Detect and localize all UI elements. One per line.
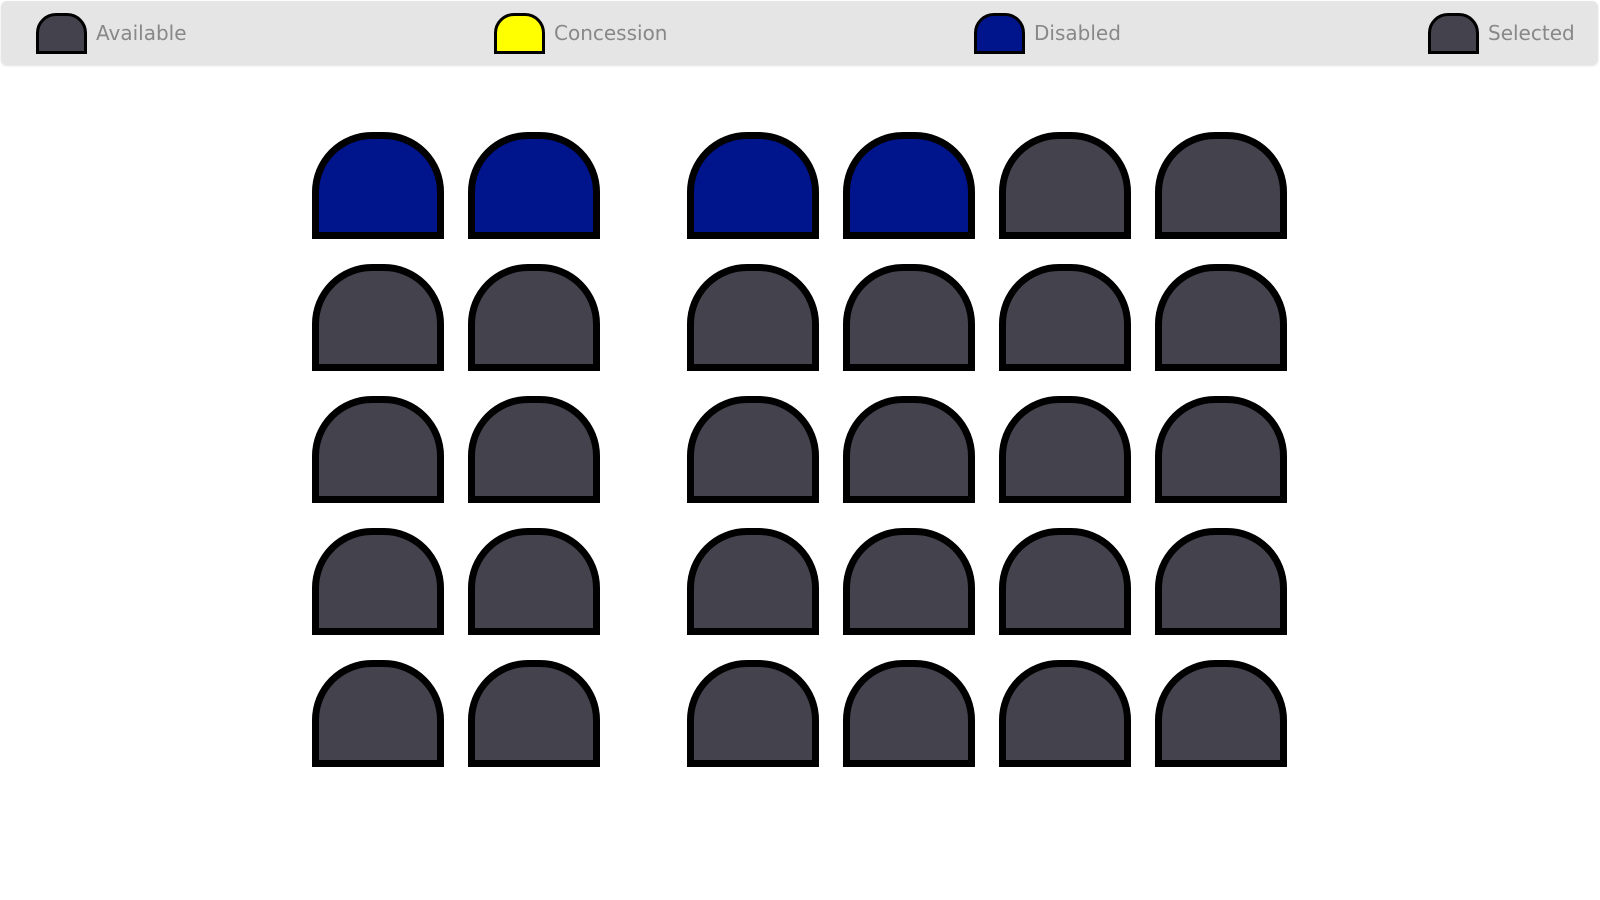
seat-left-r1-c2[interactable] — [468, 132, 600, 239]
seat-right-r4-c1[interactable] — [687, 528, 819, 635]
seat-left-r2-c1[interactable] — [312, 264, 444, 371]
seat-map — [0, 0, 1600, 900]
seat-right-r4-c4[interactable] — [1155, 528, 1287, 635]
seat-right-r1-c3[interactable] — [999, 132, 1131, 239]
seat-left-r4-c1[interactable] — [312, 528, 444, 635]
seat-right-r5-c2[interactable] — [843, 660, 975, 767]
seat-right-r2-c1[interactable] — [687, 264, 819, 371]
seat-right-r3-c3[interactable] — [999, 396, 1131, 503]
seat-right-r2-c3[interactable] — [999, 264, 1131, 371]
seat-left-r5-c2[interactable] — [468, 660, 600, 767]
seat-right-r3-c1[interactable] — [687, 396, 819, 503]
seat-right-r3-c2[interactable] — [843, 396, 975, 503]
seat-right-r4-c3[interactable] — [999, 528, 1131, 635]
seat-right-r1-c4[interactable] — [1155, 132, 1287, 239]
seat-right-r4-c2[interactable] — [843, 528, 975, 635]
seat-right-r2-c2[interactable] — [843, 264, 975, 371]
seat-left-r2-c2[interactable] — [468, 264, 600, 371]
seat-right-r5-c3[interactable] — [999, 660, 1131, 767]
seat-left-r5-c1[interactable] — [312, 660, 444, 767]
seat-left-r3-c2[interactable] — [468, 396, 600, 503]
seat-right-r1-c1[interactable] — [687, 132, 819, 239]
seat-left-r1-c1[interactable] — [312, 132, 444, 239]
seat-left-r3-c1[interactable] — [312, 396, 444, 503]
seat-left-r4-c2[interactable] — [468, 528, 600, 635]
seat-right-r1-c2[interactable] — [843, 132, 975, 239]
seat-right-r2-c4[interactable] — [1155, 264, 1287, 371]
seat-right-r3-c4[interactable] — [1155, 396, 1287, 503]
seat-right-r5-c4[interactable] — [1155, 660, 1287, 767]
seat-right-r5-c1[interactable] — [687, 660, 819, 767]
